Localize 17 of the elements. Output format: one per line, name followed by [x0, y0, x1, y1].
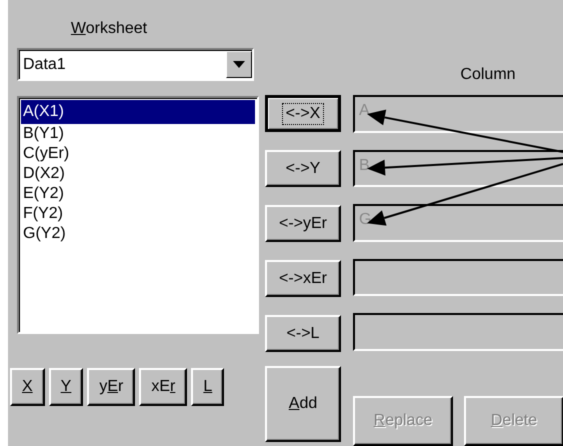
list-item[interactable]: B(Y1) [21, 124, 255, 144]
list-item[interactable]: A(X1) [21, 100, 255, 124]
assign-button[interactable]: xEr [139, 368, 188, 406]
worksheet-label: Worksheet [70, 19, 148, 39]
list-item[interactable]: D(X2) [21, 164, 255, 184]
list-item[interactable]: G(Y2) [21, 224, 255, 244]
list-item[interactable]: E(Y2) [21, 184, 255, 204]
dropdown-arrow-icon [233, 61, 245, 68]
assign-button[interactable]: Y [48, 368, 84, 406]
list-item[interactable]: C(yEr) [21, 144, 255, 164]
assign-button[interactable]: L [191, 368, 224, 406]
assign-button[interactable]: yEr [87, 368, 136, 406]
add-button[interactable]: Add [265, 366, 341, 442]
column-header: Column [460, 65, 516, 85]
list-item[interactable]: F(Y2) [21, 204, 255, 224]
assign-button[interactable]: X [10, 368, 45, 406]
worksheet-dropdown[interactable]: Data1 [17, 48, 254, 81]
